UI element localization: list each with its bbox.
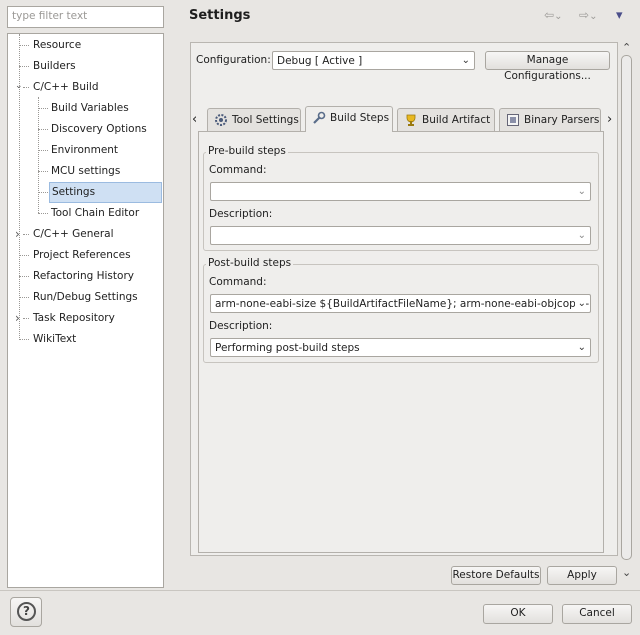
chevron-right-icon: › — [607, 112, 613, 127]
chevron-right-icon[interactable]: › — [15, 224, 20, 245]
tab-scroll-right[interactable]: › — [607, 112, 612, 127]
chevron-down-icon: ⌄ — [577, 230, 586, 241]
chevron-down-icon: ⌄ — [622, 566, 632, 579]
tree-item-label: C/C++ General — [33, 228, 114, 240]
ok-button[interactable]: OK — [483, 604, 553, 624]
chevron-down-icon: ⌄ — [577, 186, 586, 197]
scroll-up-button[interactable]: ⌃ — [622, 41, 631, 54]
tree-item-mcu-settings[interactable]: MCU settings — [8, 161, 163, 182]
tab-build-steps[interactable]: Build Steps — [305, 106, 393, 132]
tree-item-label: Tool Chain Editor — [51, 207, 140, 219]
chevron-down-icon: ⌄ — [574, 297, 586, 311]
tree-item-project-references[interactable]: Project References — [8, 245, 163, 266]
tree-item-label: Resource — [33, 39, 82, 51]
tree-item-refactoring-history[interactable]: Refactoring History — [8, 266, 163, 287]
tree-item-cpp-build[interactable]: ⌄ C/C++ Build — [8, 77, 163, 98]
configuration-select[interactable]: Debug [ Active ] ⌄ — [272, 51, 475, 70]
tree-item-label: Discovery Options — [51, 123, 147, 135]
tree-item-label: Project References — [33, 249, 131, 261]
manage-configurations-button[interactable]: Manage Configurations... — [485, 51, 610, 82]
arrow-right-icon: ⇨ — [579, 8, 590, 22]
tab-scroll-left[interactable]: ‹ — [192, 112, 197, 127]
apply-button[interactable]: Apply — [547, 566, 617, 585]
tree-item-label: C/C++ Build — [33, 81, 99, 93]
tab-tool-settings[interactable]: Tool Settings — [207, 108, 301, 131]
help-icon: ? — [17, 602, 36, 621]
chevron-down-icon: ⌄ — [589, 11, 598, 22]
tree-item-label: WikiText — [33, 333, 77, 345]
vertical-scrollbar-thumb[interactable] — [621, 55, 632, 560]
scroll-down-button[interactable]: ⌄ — [622, 566, 631, 579]
help-button[interactable]: ? — [10, 597, 42, 627]
chevron-down-icon: ⌄ — [554, 11, 563, 22]
back-button[interactable]: ⇦⌄ — [544, 8, 562, 22]
tree-item-tool-chain-editor[interactable]: Tool Chain Editor — [8, 203, 163, 224]
chevron-down-icon[interactable]: ⌄ — [15, 76, 23, 97]
cancel-button[interactable]: Cancel — [562, 604, 632, 624]
tree-item-builders[interactable]: Builders — [8, 56, 163, 77]
divider — [0, 590, 640, 591]
tab-label: Build Artifact — [422, 114, 491, 126]
postbuild-command-input[interactable]: arm-none-eabi-size ${BuildArtifactFileNa… — [210, 294, 591, 313]
wrench-icon — [313, 111, 326, 124]
chevron-right-icon[interactable]: › — [15, 308, 20, 329]
view-menu-button[interactable]: ▾ — [616, 8, 623, 23]
tree-item-discovery-options[interactable]: Discovery Options — [8, 119, 163, 140]
prebuild-title: Pre-build steps — [206, 145, 288, 157]
prebuild-command-label: Command: — [209, 164, 267, 176]
arrow-left-icon: ⇦ — [544, 8, 555, 22]
trophy-icon — [406, 114, 416, 126]
postbuild-description-input[interactable]: Performing post-build steps ⌄ — [210, 338, 591, 357]
tree-item-cpp-general[interactable]: › C/C++ General — [8, 224, 163, 245]
tree-item-settings[interactable]: Settings — [8, 182, 163, 203]
tab-label: Build Steps — [330, 112, 390, 124]
postbuild-command-value: arm-none-eabi-size ${BuildArtifactFileNa… — [215, 298, 591, 310]
prebuild-description-input[interactable]: ⌄ — [210, 226, 591, 245]
configuration-value: Debug [ Active ] — [277, 55, 363, 67]
chevron-left-icon: ‹ — [192, 112, 198, 127]
prebuild-command-input[interactable]: ⌄ — [210, 182, 591, 201]
tree-item-label: Environment — [51, 144, 119, 156]
page-title: Settings — [189, 8, 251, 23]
tree-item-build-variables[interactable]: Build Variables — [8, 98, 163, 119]
postbuild-description-label: Description: — [209, 320, 273, 332]
configuration-label: Configuration: — [196, 54, 271, 66]
tree-item-wikitext[interactable]: WikiText — [8, 329, 163, 350]
chevron-down-icon: ⌄ — [577, 342, 586, 353]
tree-item-resource[interactable]: Resource — [8, 35, 163, 56]
binary-icon — [507, 114, 519, 126]
tree-item-label: Settings — [49, 182, 162, 203]
menu-triangle-icon: ▾ — [616, 8, 623, 23]
tab-binary-parsers[interactable]: Binary Parsers — [499, 108, 601, 131]
chevron-down-icon: ⌄ — [461, 55, 470, 66]
filter-input[interactable]: type filter text — [7, 6, 164, 28]
property-tree[interactable]: Resource Builders ⌄ C/C++ Build Build Va… — [7, 33, 164, 588]
tab-label: Binary Parsers — [524, 114, 600, 126]
postbuild-command-label: Command: — [209, 276, 267, 288]
tree-item-environment[interactable]: Environment — [8, 140, 163, 161]
tab-label: Tool Settings — [232, 114, 299, 126]
prebuild-description-label: Description: — [209, 208, 273, 220]
gear-icon — [215, 114, 227, 126]
postbuild-description-value: Performing post-build steps — [215, 342, 360, 354]
tree-item-run-debug-settings[interactable]: Run/Debug Settings — [8, 287, 163, 308]
tree-item-label: Task Repository — [33, 312, 115, 324]
tree-item-task-repository[interactable]: › Task Repository — [8, 308, 163, 329]
restore-defaults-button[interactable]: Restore Defaults — [451, 566, 541, 585]
tree-item-label: Refactoring History — [33, 270, 134, 282]
postbuild-title: Post-build steps — [206, 257, 294, 269]
tree-item-label: Builders — [33, 60, 76, 72]
chevron-up-icon: ⌃ — [622, 41, 632, 54]
tab-build-artifact[interactable]: Build Artifact — [397, 108, 495, 131]
forward-button[interactable]: ⇨⌄ — [579, 8, 597, 22]
tree-item-label: Run/Debug Settings — [33, 291, 138, 303]
tree-item-label: MCU settings — [51, 165, 121, 177]
tree-item-label: Build Variables — [51, 102, 129, 114]
